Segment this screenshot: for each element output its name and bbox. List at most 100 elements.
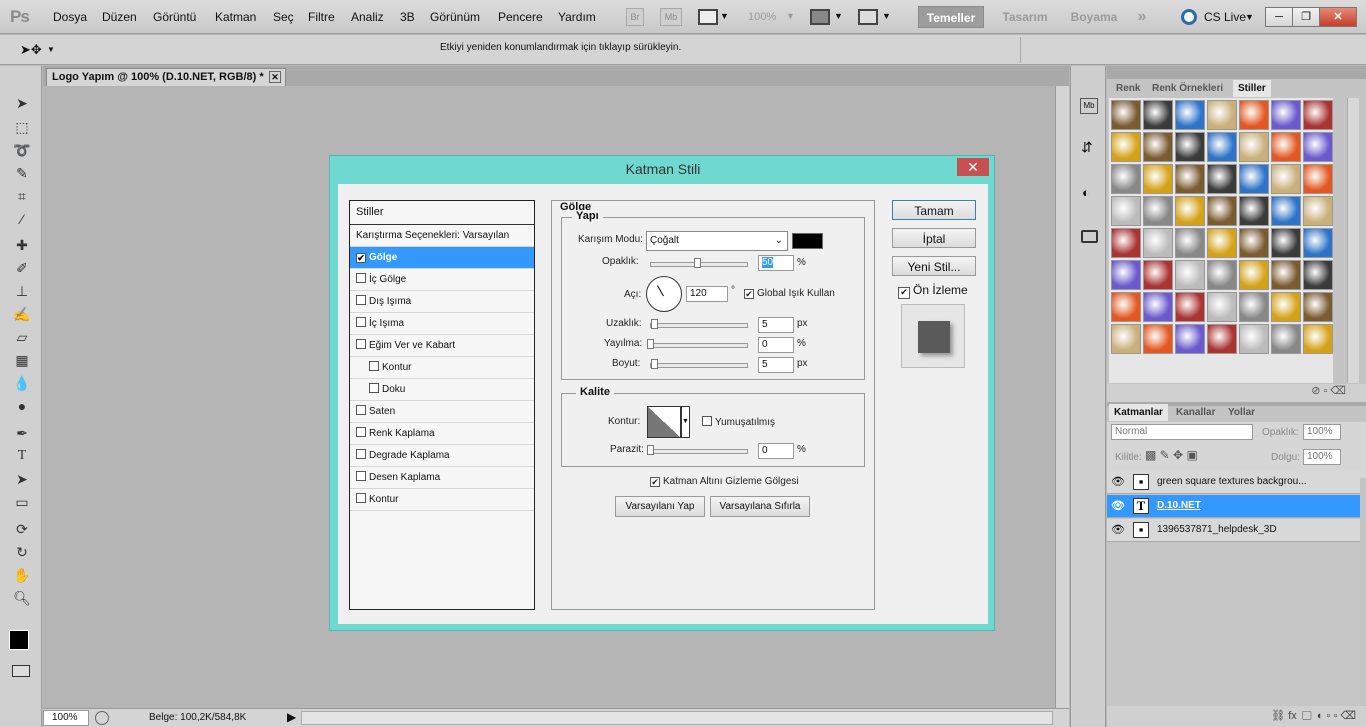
checkbox-icon[interactable] xyxy=(369,383,379,393)
document-tab[interactable]: Logo Yapım @ 100% (D.10.NET, RGB/8) * ✕ xyxy=(46,68,286,86)
new-style-button[interactable]: Yeni Stil... xyxy=(892,256,976,276)
style-swatch[interactable] xyxy=(1111,228,1141,258)
style-swatch[interactable] xyxy=(1303,164,1333,194)
style-item[interactable]: Karıştırma Seçenekleri: Varsayılan xyxy=(350,225,534,247)
style-swatch[interactable] xyxy=(1143,196,1173,226)
style-item[interactable]: Saten xyxy=(350,401,534,423)
lock-icons[interactable]: ▩ ✎ ✥ ▣ xyxy=(1145,448,1198,462)
move-tool-icon[interactable]: ➤ xyxy=(12,94,32,112)
style-swatch[interactable] xyxy=(1143,260,1173,290)
style-swatch[interactable] xyxy=(1271,196,1301,226)
brush-tool-icon[interactable]: ✐ xyxy=(12,259,32,277)
spread-slider[interactable] xyxy=(650,343,748,348)
quick-selection-tool-icon[interactable]: ✎ xyxy=(12,164,32,182)
style-swatch[interactable] xyxy=(1207,292,1237,322)
style-item[interactable]: Dış Işıma xyxy=(350,291,534,313)
style-swatch[interactable] xyxy=(1207,260,1237,290)
checkbox-icon[interactable] xyxy=(369,361,379,371)
style-swatch[interactable] xyxy=(1143,292,1173,322)
style-item[interactable]: İç Işıma xyxy=(350,313,534,335)
pen-tool-icon[interactable]: ✒ xyxy=(12,424,32,442)
mini-bridge-icon[interactable]: Mb xyxy=(1080,98,1098,114)
zoom-tool-icon[interactable]: 🔍︎ xyxy=(12,589,32,607)
checkbox-icon[interactable] xyxy=(356,273,366,283)
style-swatch[interactable] xyxy=(1239,324,1269,354)
style-swatch[interactable] xyxy=(1239,100,1269,130)
opacity-slider-knob[interactable] xyxy=(694,258,701,268)
chevron-down-icon[interactable]: ▼ xyxy=(47,45,55,54)
layer-row[interactable]: 👁︎ ▪ 1396537871_helpdesk_3D xyxy=(1107,519,1360,542)
style-swatch[interactable] xyxy=(1175,100,1205,130)
style-item[interactable]: Eğim Ver ve Kabart xyxy=(350,335,534,357)
tab-stiller[interactable]: Stiller xyxy=(1233,80,1271,97)
style-swatch[interactable] xyxy=(1143,324,1173,354)
menu-3b[interactable]: 3B xyxy=(400,10,415,24)
checkbox-icon[interactable] xyxy=(356,295,366,305)
close-tab-icon[interactable]: ✕ xyxy=(269,71,281,83)
layer-row[interactable]: 👁︎ ▪ green square textures backgrou... xyxy=(1107,471,1360,494)
path-selection-tool-icon[interactable]: ➤ xyxy=(12,470,32,488)
checkbox-icon[interactable] xyxy=(356,449,366,459)
style-swatch[interactable] xyxy=(1111,164,1141,194)
blur-tool-icon[interactable]: 💧 xyxy=(12,374,32,392)
menu-yardim[interactable]: Yardım xyxy=(558,10,596,24)
menu-katman[interactable]: Katman xyxy=(215,10,256,24)
visibility-eye-icon[interactable]: 👁︎ xyxy=(1111,519,1125,541)
zoom-field[interactable]: 100% xyxy=(43,710,89,726)
masks-icon[interactable] xyxy=(1081,230,1098,243)
style-swatch[interactable] xyxy=(1111,292,1141,322)
crop-tool-icon[interactable]: ⌗ xyxy=(12,187,32,205)
layer-name[interactable]: green square textures backgrou... xyxy=(1157,471,1307,493)
style-item[interactable]: Doku xyxy=(350,379,534,401)
layer-name[interactable]: D.10.NET xyxy=(1157,495,1201,517)
checkbox-icon[interactable] xyxy=(356,471,366,481)
style-swatch[interactable] xyxy=(1111,260,1141,290)
style-swatch[interactable] xyxy=(1271,292,1301,322)
style-swatch[interactable] xyxy=(1207,324,1237,354)
style-swatch[interactable] xyxy=(1271,228,1301,258)
tab-yollar[interactable]: Yollar xyxy=(1223,404,1260,421)
mini-bridge-button[interactable]: Mb xyxy=(660,8,682,26)
style-swatch[interactable] xyxy=(1239,228,1269,258)
style-swatch[interactable] xyxy=(1271,100,1301,130)
angle-input[interactable]: 120 xyxy=(686,286,728,302)
noise-slider-knob[interactable] xyxy=(647,445,654,455)
gradient-tool-icon[interactable]: ▦ xyxy=(12,351,32,369)
tab-katmanlar[interactable]: Katmanlar xyxy=(1109,404,1168,421)
size-slider-knob[interactable] xyxy=(651,359,658,369)
blend-mode-select[interactable]: Çoğalt ⌄ xyxy=(646,231,788,251)
restore-button[interactable]: ❐ xyxy=(1292,7,1320,27)
eyedropper-tool-icon[interactable]: ⁄ xyxy=(12,210,32,228)
quick-mask-icon[interactable] xyxy=(12,665,30,677)
style-swatch[interactable] xyxy=(1303,100,1333,130)
style-swatch[interactable] xyxy=(1303,196,1333,226)
style-item[interactable]: Kontur xyxy=(350,357,534,379)
layer-blend-select[interactable]: Normal xyxy=(1111,424,1253,440)
visibility-eye-icon[interactable]: 👁︎ xyxy=(1111,495,1125,517)
style-swatch[interactable] xyxy=(1239,132,1269,162)
type-tool-icon[interactable]: T xyxy=(12,447,32,465)
3d-orbit-tool-icon[interactable]: ↻ xyxy=(12,543,32,561)
distance-slider-knob[interactable] xyxy=(651,319,658,329)
angle-dial[interactable] xyxy=(646,276,682,312)
menu-gorunum[interactable]: Görünüm xyxy=(430,10,480,24)
style-item[interactable]: Degrade Kaplama xyxy=(350,445,534,467)
layer-opacity-input[interactable]: 100% xyxy=(1303,424,1341,440)
style-swatch[interactable] xyxy=(1207,228,1237,258)
status-menu-arrow-icon[interactable]: ▶ xyxy=(287,710,296,724)
checkbox-icon[interactable] xyxy=(356,317,366,327)
style-swatch[interactable] xyxy=(1207,100,1237,130)
style-swatch[interactable] xyxy=(1175,132,1205,162)
menu-goruntu[interactable]: Görüntü xyxy=(153,10,196,24)
style-swatch[interactable] xyxy=(1111,132,1141,162)
cs-live-icon[interactable] xyxy=(1181,9,1197,25)
workspace-temeller[interactable]: Temeller xyxy=(918,6,984,28)
more-workspaces-icon[interactable]: » xyxy=(1130,6,1154,28)
visibility-eye-icon[interactable]: 👁︎ xyxy=(1111,471,1125,493)
style-swatch[interactable] xyxy=(1303,132,1333,162)
noise-input[interactable]: 0 xyxy=(758,443,794,459)
history-brush-tool-icon[interactable]: ✍ xyxy=(12,305,32,323)
style-swatch[interactable] xyxy=(1175,324,1205,354)
healing-brush-tool-icon[interactable]: ✚ xyxy=(12,236,32,254)
size-input[interactable]: 5 xyxy=(758,357,794,373)
